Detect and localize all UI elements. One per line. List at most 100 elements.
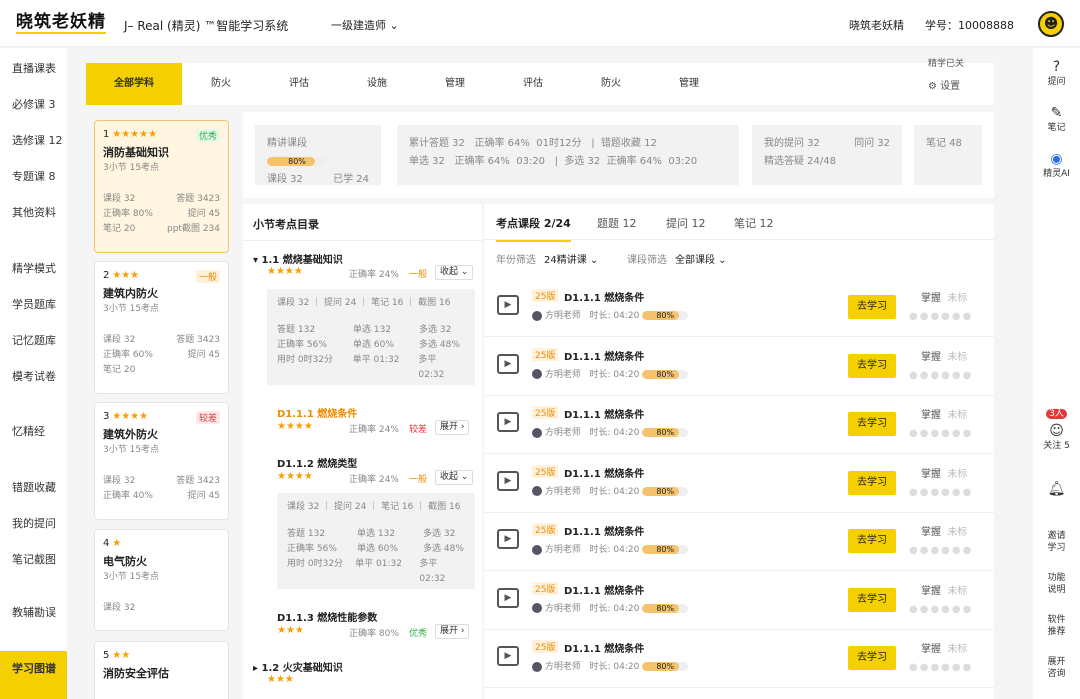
mastery-rating[interactable]: ●●●●●●: [909, 662, 973, 673]
play-icon[interactable]: ▶: [497, 646, 519, 666]
section-title[interactable]: ▸ 1.2 火灾基础知识: [253, 659, 343, 674]
teacher-avatar: [532, 427, 542, 438]
course-filter[interactable]: 全部课段 ⌄: [675, 251, 727, 266]
tab[interactable]: 评估: [494, 63, 572, 105]
lesson-row[interactable]: ▶ 25版 D1.1.1 燃烧条件 方明老师 时长: 04:20 80% 去学习 掌握 …: [484, 455, 994, 513]
ask-button[interactable]: ? 提问: [1033, 58, 1080, 88]
status-badge: 一般: [195, 270, 220, 283]
study-button[interactable]: 去学习: [848, 587, 896, 612]
year-filter[interactable]: 24精讲课 ⌄: [544, 251, 598, 266]
mastery-rating[interactable]: ●●●●●●: [909, 487, 973, 498]
expand-button[interactable]: 展开 ›: [435, 420, 470, 435]
lesson-row[interactable]: ▶ 25版 D1.1.1 燃烧条件 方明老师 时长: 04:20 80% 去学习 掌握 …: [484, 572, 994, 630]
mastery-rating[interactable]: ●●●●●●: [909, 545, 973, 556]
nav-item-active[interactable]: 学习图谱: [0, 651, 67, 699]
point-title-active[interactable]: D1.1.1 燃烧条件: [277, 405, 357, 420]
status-badge: 较差: [195, 411, 220, 424]
nav-item[interactable]: 必修课 3: [0, 96, 67, 112]
play-icon[interactable]: ▶: [497, 295, 519, 315]
expand-button[interactable]: 展开 ›: [435, 624, 470, 639]
level-select[interactable]: 一级建造师 ⌄: [331, 17, 399, 33]
nav-item[interactable]: 学员题库: [0, 296, 67, 312]
lesson-meta: 方明老师 时长: 04:20 80%: [532, 367, 689, 380]
stat-box-lessons: 精讲课段 80% 课段 32 已学 24: [255, 125, 381, 185]
bell-icon[interactable]: 🔔︎: [1033, 480, 1080, 498]
progress-bar: 80%: [642, 428, 689, 437]
nav-item[interactable]: 专题课 8: [0, 168, 67, 184]
tab[interactable]: 防火: [182, 63, 260, 105]
point-title[interactable]: D1.1.2 燃烧类型: [277, 455, 357, 470]
nav-item[interactable]: 笔记截图: [0, 551, 67, 567]
nav-item[interactable]: 教辅勘误: [0, 604, 67, 620]
avatar[interactable]: ☻: [1038, 11, 1064, 37]
tab-notes[interactable]: 笔记 12: [734, 215, 774, 231]
collapse-button[interactable]: 收起 ⌄: [435, 470, 474, 485]
mastery-rating[interactable]: ●●●●●●: [909, 370, 973, 381]
mastery-rating[interactable]: ●●●●●●: [909, 428, 973, 439]
ai-button[interactable]: ◉ 精灵AI: [1033, 150, 1080, 180]
settings-button[interactable]: ⚙ 设置: [928, 77, 960, 92]
course-card[interactable]: 2 ★★★ 一般 建筑内防火 3小节 15考点 课段 32 答题 3423 正确率…: [94, 261, 229, 394]
nav-item[interactable]: 直播课表: [0, 60, 67, 76]
consult-button[interactable]: 展开 咨询: [1033, 656, 1080, 680]
nav-item[interactable]: 选修课 12: [0, 132, 67, 148]
tab[interactable]: 设施: [338, 63, 416, 105]
collapse-button[interactable]: 收起 ⌄: [435, 265, 474, 280]
tab-lessons[interactable]: 考点课段 2/24: [496, 215, 571, 242]
lesson-row[interactable]: ▶ 25版 D1.1.1 燃烧条件 方明老师 时长: 04:20 80% 去学习 掌握 …: [484, 513, 994, 571]
mastery-status: 掌握 未标: [921, 351, 968, 363]
course-card[interactable]: 1 ★★★★★ 优秀 消防基础知识 3小节 15考点 课段 32 答题 3423 …: [94, 120, 229, 253]
teacher-avatar: [532, 486, 542, 496]
function-button[interactable]: 功能 说明: [1033, 572, 1080, 596]
play-icon[interactable]: ▶: [497, 529, 519, 549]
tab[interactable]: 管理: [650, 63, 728, 105]
mastery-rating[interactable]: ●●●●●●: [909, 604, 973, 615]
play-icon[interactable]: ▶: [497, 353, 519, 374]
study-button[interactable]: 去学习: [848, 470, 896, 495]
study-button[interactable]: 去学习: [848, 295, 896, 319]
course-card[interactable]: 4 ★ 电气防火 3小节 15考点 课段 32: [94, 529, 229, 631]
software-button[interactable]: 软件 推荐: [1033, 614, 1080, 638]
section-title[interactable]: ▾ 1.1 燃烧基础知识: [253, 251, 343, 266]
nav-item[interactable]: 忆精经: [0, 423, 67, 439]
course-card[interactable]: 5 ★★ 消防安全评估: [94, 641, 229, 699]
nav-item[interactable]: 我的提问: [0, 515, 67, 531]
nav-item[interactable]: 错题收藏: [0, 479, 67, 495]
progress-bar: 80%: [642, 662, 689, 671]
lesson-title: D1.1.1 燃烧条件: [564, 351, 645, 363]
nav-item[interactable]: 精学模式: [0, 260, 67, 276]
teacher-avatar: [532, 310, 542, 321]
point-title[interactable]: D1.1.3 燃烧性能参数: [277, 609, 377, 624]
jingxue-toggle[interactable]: 精学已关: [928, 56, 964, 69]
tab-questions[interactable]: 题题 12: [597, 215, 637, 231]
nav-item[interactable]: 记忆题库: [0, 332, 67, 348]
course-card[interactable]: 3 ★★★★ 较差 建筑外防火 3小节 15考点 课段 32 答题 3423 正确…: [94, 402, 229, 520]
tab[interactable]: 管理: [416, 63, 494, 105]
tab[interactable]: 评估: [260, 63, 338, 105]
progress-bar: 80%: [642, 311, 689, 320]
teacher-avatar: [532, 661, 542, 672]
study-button[interactable]: 去学习: [848, 412, 896, 436]
note-button[interactable]: ✎ 笔记: [1033, 104, 1080, 134]
tab-asks[interactable]: 提问 12: [666, 215, 706, 231]
invite-button[interactable]: 邀请 学习: [1033, 530, 1080, 554]
play-icon[interactable]: ▶: [497, 587, 519, 608]
progress-bar: 80%: [267, 156, 327, 166]
lesson-row[interactable]: ▶ 25版 D1.1.1 燃烧条件 方明老师 时长: 04:20 80% 去学习 掌握 …: [484, 396, 994, 454]
study-button[interactable]: 去学习: [848, 646, 896, 670]
lesson-row[interactable]: ▶ 25版 D1.1.1 燃烧条件 方明老师 时长: 04:20 80% 去学习 掌握 …: [484, 630, 994, 688]
nav-item[interactable]: 模考试卷: [0, 368, 67, 384]
tab-all[interactable]: 全部学科: [86, 63, 182, 105]
nav-item[interactable]: 其他资料: [0, 204, 67, 220]
study-button[interactable]: 去学习: [848, 529, 896, 553]
tab[interactable]: 防火: [572, 63, 650, 105]
lesson-row[interactable]: ▶ 25版 D1.1.1 燃烧条件 方明老师 时长: 04:20 80% 去学习 掌握 …: [484, 338, 994, 396]
mastery-status: 掌握 未标: [921, 585, 968, 597]
follow-button[interactable]: ☺ 关注 5: [1033, 422, 1080, 452]
mastery-rating[interactable]: ●●●●●●: [909, 311, 973, 322]
play-icon[interactable]: ▶: [497, 412, 519, 432]
logo[interactable]: 晓筑老妖精: [16, 12, 106, 34]
play-icon[interactable]: ▶: [497, 470, 519, 491]
study-button[interactable]: 去学习: [848, 353, 896, 378]
lesson-row[interactable]: ▶ 25版 D1.1.1 燃烧条件 方明老师 时长: 04:20 80% 去学习 掌握 …: [484, 279, 994, 337]
